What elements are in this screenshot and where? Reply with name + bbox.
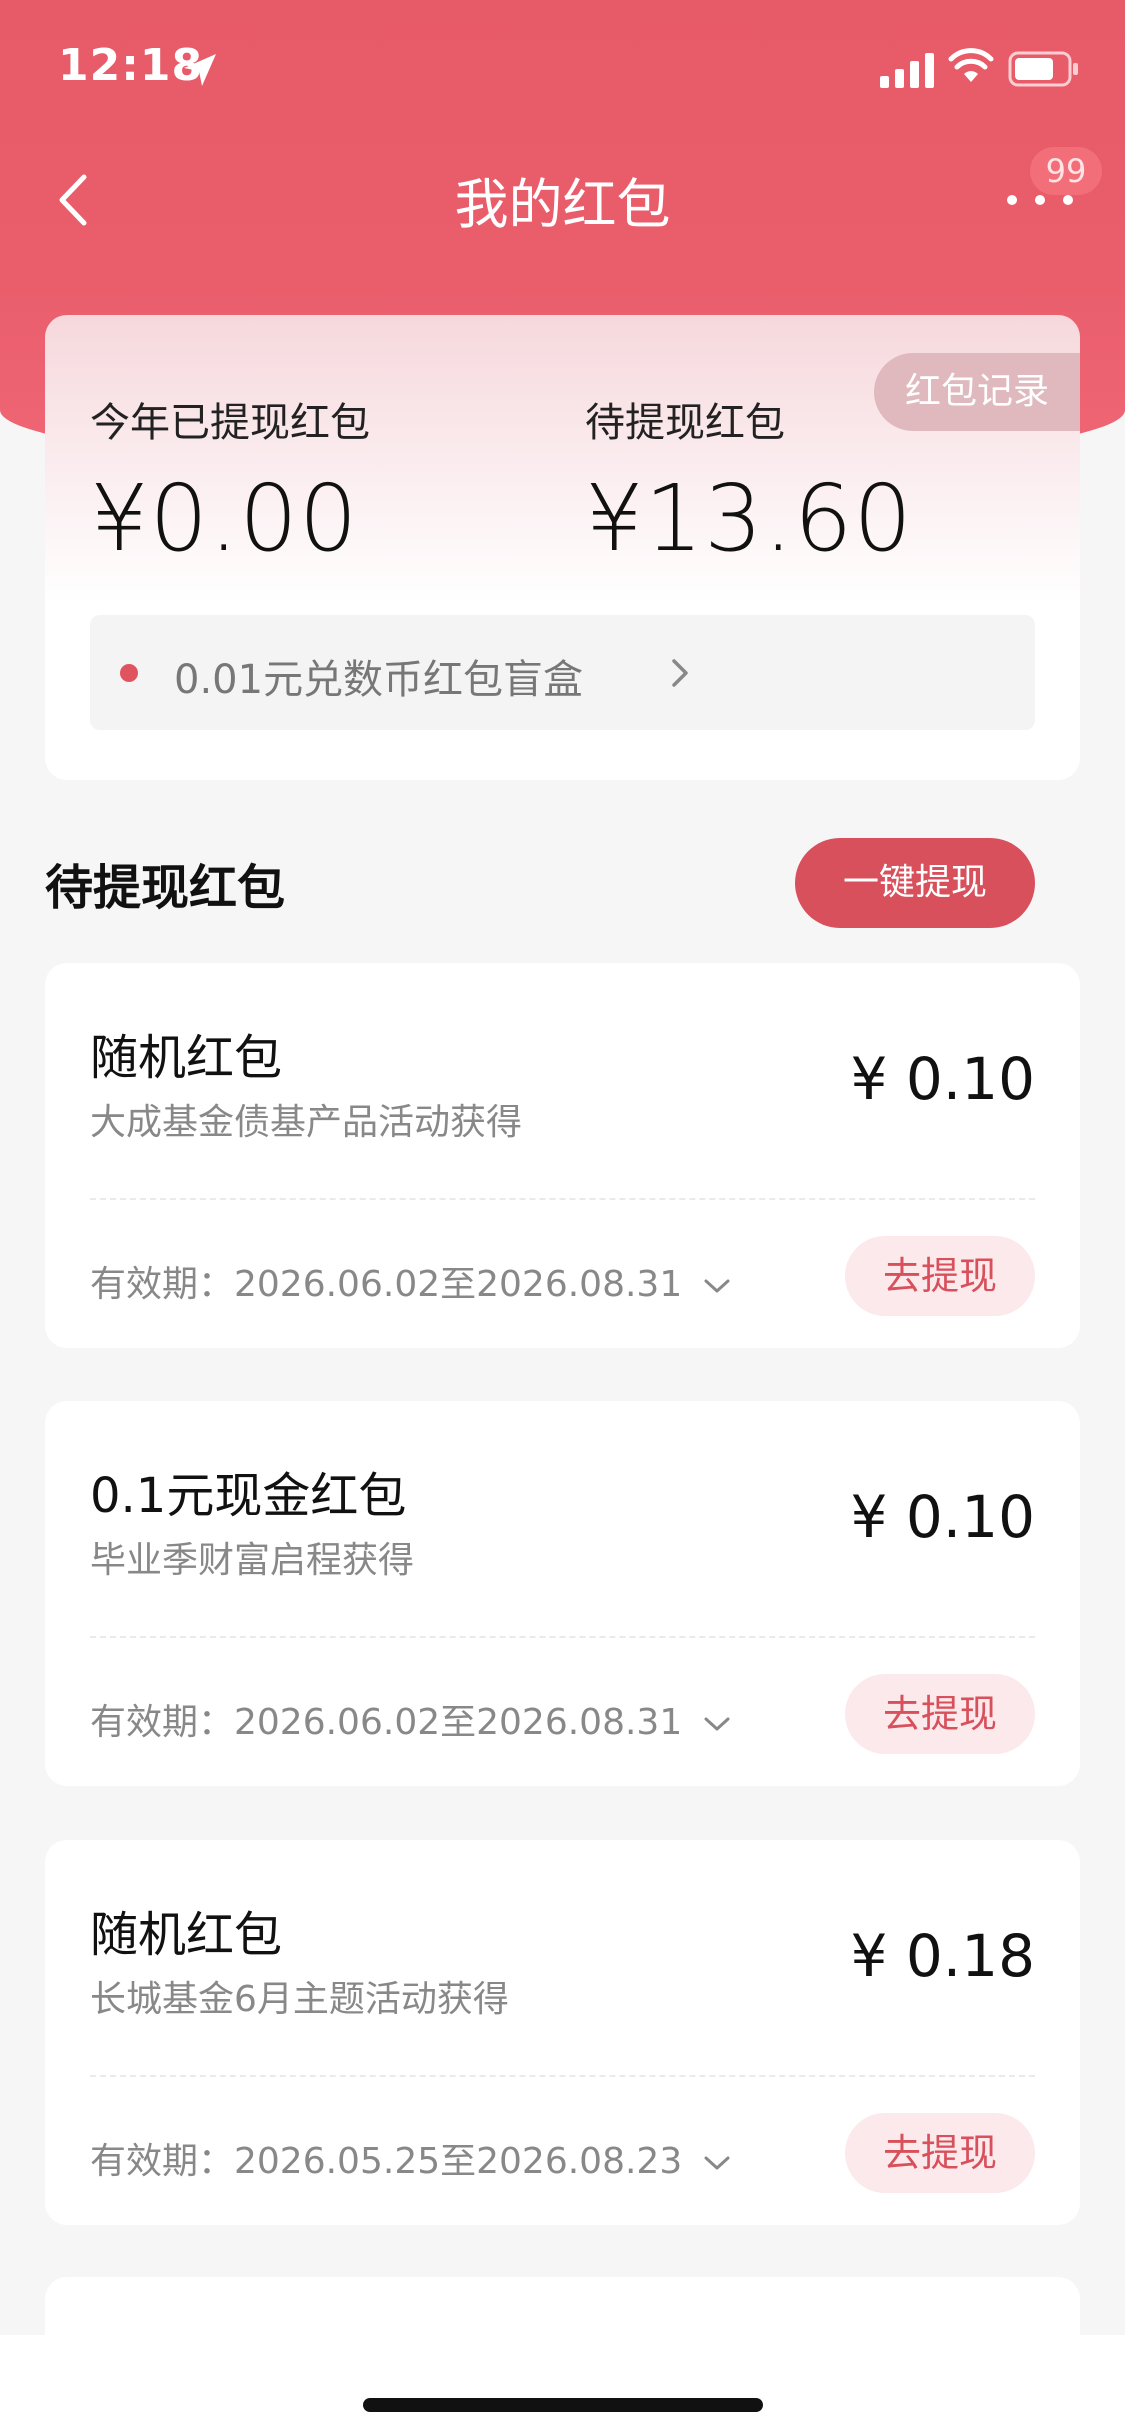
- status-bar: 12:18: [0, 0, 1125, 135]
- divider: [90, 1198, 1035, 1200]
- divider: [90, 2075, 1035, 2077]
- packet-source: 毕业季财富启程获得: [90, 1540, 415, 1581]
- packet-amount: ¥ 0.10: [850, 1483, 1035, 1551]
- list-item: 随机红包 长城基金6月主题活动获得 ¥ 0.18 有效期：2026.05.25至…: [45, 1840, 1080, 2225]
- validity-toggle[interactable]: 有效期：2026.06.02至2026.08.31: [90, 1255, 732, 1307]
- withdrawn-label: 今年已提现红包: [90, 400, 370, 446]
- page: 12:18 我的红包 99 红包记录 今年已提现红包 ¥0.00 待提现红包 ¥…: [0, 0, 1125, 2436]
- promo-text: 0.01元兑数币红包盲盒: [174, 657, 584, 703]
- chevron-down-icon: [704, 1717, 730, 1731]
- packet-amount: ¥ 0.18: [850, 1922, 1035, 1990]
- list-item: 随机红包 大成基金债基产品活动获得 ¥ 0.10 有效期：2026.06.02至…: [45, 963, 1080, 1348]
- validity-toggle[interactable]: 有效期：2026.06.02至2026.08.31: [90, 1693, 732, 1745]
- packet-amount: ¥ 0.10: [850, 1045, 1035, 1113]
- chevron-down-icon: [704, 1279, 730, 1293]
- signal-icon: [880, 53, 934, 88]
- pending-value: ¥13.60: [585, 465, 913, 572]
- pending-label: 待提现红包: [585, 400, 785, 446]
- promo-dot-icon: [120, 664, 138, 682]
- packet-source: 长城基金6月主题活动获得: [90, 1979, 509, 2020]
- packet-source: 大成基金债基产品活动获得: [90, 1102, 523, 1143]
- chevron-down-icon: [704, 2156, 730, 2170]
- summary-card: 红包记录 今年已提现红包 ¥0.00 待提现红包 ¥13.60 0.01元兑数币…: [45, 315, 1080, 780]
- withdraw-button[interactable]: 去提现: [845, 1674, 1035, 1754]
- withdraw-button[interactable]: 去提现: [845, 2113, 1035, 2193]
- section-title: 待提现红包: [45, 860, 286, 916]
- list-item: 0.1元现金红包 毕业季财富启程获得 ¥ 0.10 有效期：2026.06.02…: [45, 1401, 1080, 1786]
- record-button[interactable]: 红包记录: [874, 353, 1080, 431]
- validity-text: 有效期：2026.06.02至2026.08.31: [90, 1264, 683, 1305]
- divider: [90, 1636, 1035, 1638]
- withdraw-button[interactable]: 去提现: [845, 1236, 1035, 1316]
- packet-name: 随机红包: [90, 1030, 283, 1086]
- bottom-safe-area: [0, 2335, 1125, 2436]
- promo-banner[interactable]: 0.01元兑数币红包盲盒: [90, 615, 1035, 730]
- home-indicator[interactable]: [363, 2398, 763, 2412]
- withdraw-all-button[interactable]: 一键提现: [795, 838, 1035, 928]
- validity-toggle[interactable]: 有效期：2026.05.25至2026.08.23: [90, 2132, 732, 2184]
- withdrawn-value: ¥0.00: [90, 465, 359, 572]
- packet-name: 随机红包: [90, 1907, 283, 1963]
- location-arrow-icon: [184, 54, 216, 86]
- chevron-right-icon: [672, 659, 688, 687]
- packet-name: 0.1元现金红包: [90, 1468, 407, 1524]
- notification-badge: 99: [1030, 147, 1102, 195]
- page-title: 我的红包: [454, 173, 671, 236]
- battery-icon: [1008, 51, 1078, 87]
- validity-text: 有效期：2026.05.25至2026.08.23: [90, 2141, 683, 2182]
- validity-text: 有效期：2026.06.02至2026.08.31: [90, 1702, 683, 1743]
- wifi-icon: [948, 48, 994, 82]
